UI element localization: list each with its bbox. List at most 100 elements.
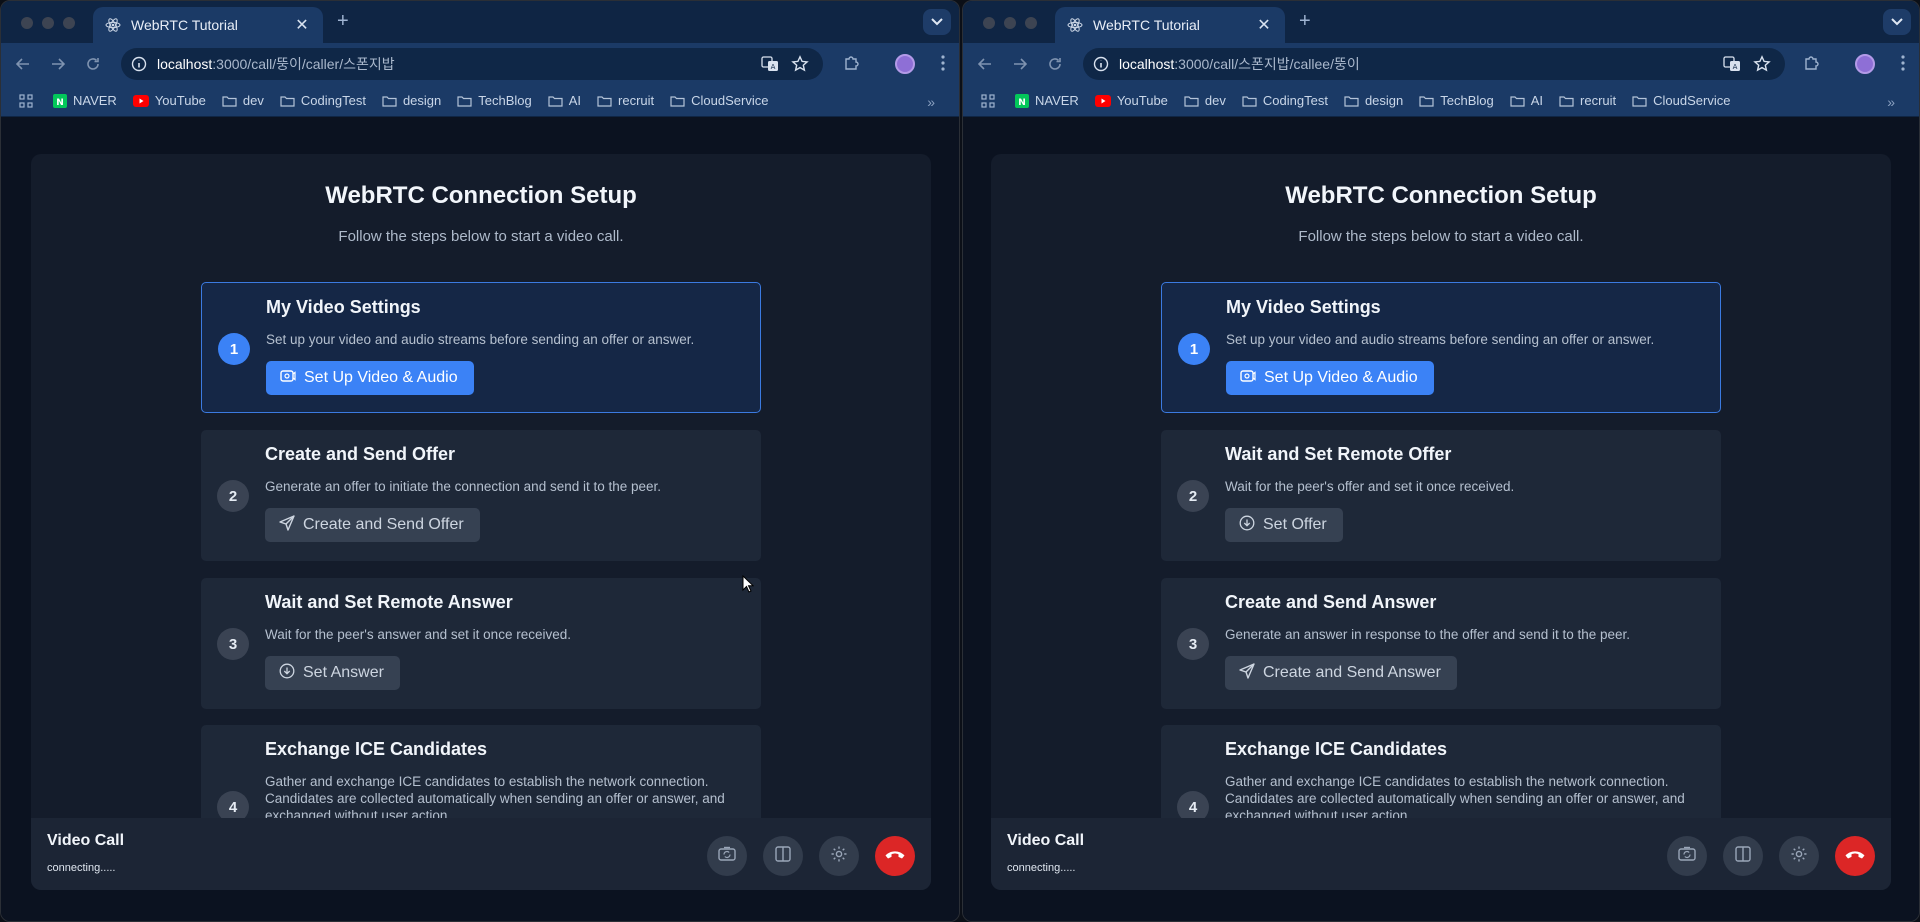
switch-camera-button[interactable] (1667, 836, 1707, 876)
step-title: Exchange ICE Candidates (1225, 739, 1448, 759)
bookmark-folder-techblog[interactable]: TechBlog (1419, 93, 1494, 108)
profile-avatar[interactable] (895, 54, 915, 74)
minimize-window-dot[interactable] (1004, 17, 1016, 29)
site-info-icon[interactable] (1093, 56, 1109, 72)
setup-video-audio-button[interactable]: Set Up Video & Audio (266, 361, 474, 395)
minimize-window-dot[interactable] (42, 17, 54, 29)
profile-avatar[interactable] (1855, 54, 1875, 74)
create-send-offer-button[interactable]: Create and Send Offer (265, 508, 480, 542)
bookmark-folder-recruit[interactable]: recruit (1559, 93, 1616, 108)
switch-camera-button[interactable] (707, 836, 747, 876)
settings-button[interactable] (1779, 836, 1819, 876)
bookmark-label: YouTube (154, 93, 206, 108)
bookmark-folder-design[interactable]: design (382, 93, 441, 108)
extensions-puzzle-icon[interactable] (1803, 54, 1821, 77)
bookmark-folder-dev[interactable]: dev (222, 93, 264, 108)
address-bar[interactable]: localhost:3000/call/스폰지밥/callee/뚱이 A (1083, 48, 1785, 80)
layout-toggle-button[interactable] (1723, 836, 1763, 876)
end-call-button[interactable] (1835, 836, 1875, 876)
apps-grid-icon[interactable] (981, 93, 995, 108)
apps-grid-icon[interactable] (19, 93, 33, 108)
close-window-dot[interactable] (21, 17, 33, 29)
extensions-puzzle-icon[interactable] (843, 54, 861, 77)
kebab-menu-icon[interactable] (1901, 55, 1905, 76)
bookmark-folder-dev[interactable]: dev (1184, 93, 1226, 108)
new-tab-icon[interactable]: + (337, 11, 349, 31)
translate-icon[interactable]: A (761, 56, 779, 75)
bookmark-youtube[interactable]: YouTube (1094, 93, 1168, 108)
forward-arrow-icon[interactable] (1010, 54, 1030, 74)
maximize-window-dot[interactable] (1025, 17, 1037, 29)
bookmarks-overflow-icon[interactable]: » (1887, 94, 1895, 110)
browser-window-callee: WebRTC Tutorial ✕ + localhost:3000/call/… (962, 0, 1920, 922)
bookmark-naver[interactable]: N NAVER (1015, 93, 1079, 108)
naver-icon: N (1015, 93, 1029, 108)
connection-setup-panel: WebRTC Connection Setup Follow the steps… (991, 154, 1891, 890)
bookmark-folder-design[interactable]: design (1344, 93, 1403, 108)
site-info-icon[interactable] (131, 56, 147, 72)
bookmarks-overflow-icon[interactable]: » (927, 94, 935, 110)
end-call-button[interactable] (875, 836, 915, 876)
step-card-ice-candidates: 4 Exchange ICE Candidates Gather and exc… (1161, 725, 1721, 819)
folder-icon (1632, 95, 1647, 107)
download-circle-icon (1239, 515, 1255, 536)
bookmark-label: NAVER (73, 93, 117, 108)
back-arrow-icon[interactable] (13, 54, 33, 74)
browser-toolbar: localhost:3000/call/스폰지밥/callee/뚱이 A (963, 43, 1919, 85)
layout-toggle-button[interactable] (763, 836, 803, 876)
set-answer-button[interactable]: Set Answer (265, 656, 400, 690)
bookmark-star-icon[interactable] (791, 55, 809, 76)
page-title: WebRTC Connection Setup (1285, 182, 1597, 209)
close-tab-icon[interactable]: ✕ (293, 16, 311, 34)
bookmark-folder-recruit[interactable]: recruit (597, 93, 654, 108)
tab-search-chevron-icon[interactable] (1883, 9, 1911, 35)
steps-scroll-area[interactable]: WebRTC Connection Setup Follow the steps… (991, 154, 1891, 819)
bookmark-folder-ai[interactable]: AI (548, 93, 581, 108)
bookmark-folder-cloudservice[interactable]: CloudService (1632, 93, 1730, 108)
window-controls[interactable] (983, 17, 1037, 29)
bookmark-folder-ai[interactable]: AI (1510, 93, 1543, 108)
set-offer-button[interactable]: Set Offer (1225, 508, 1343, 542)
bookmark-folder-cloudservice[interactable]: CloudService (670, 93, 768, 108)
youtube-icon (1094, 94, 1111, 107)
browser-tab[interactable]: WebRTC Tutorial ✕ (1055, 7, 1285, 43)
step-number: 1 (1178, 333, 1210, 365)
kebab-menu-icon[interactable] (941, 55, 945, 76)
setup-video-audio-button[interactable]: Set Up Video & Audio (1226, 361, 1434, 395)
step-number: 4 (1177, 791, 1209, 819)
url-host: localhost (1119, 56, 1175, 72)
step-card-video-settings: 1 My Video Settings Set up your video an… (201, 282, 761, 413)
tab-strip: WebRTC Tutorial ✕ + (963, 1, 1919, 43)
translate-icon[interactable]: A (1723, 56, 1741, 75)
url-path: :3000/call/뚱이/caller/스폰지밥 (212, 56, 395, 72)
close-window-dot[interactable] (983, 17, 995, 29)
reload-icon[interactable] (1045, 54, 1065, 74)
bookmark-star-icon[interactable] (1753, 55, 1771, 76)
tab-search-chevron-icon[interactable] (923, 9, 951, 35)
close-tab-icon[interactable]: ✕ (1255, 16, 1273, 34)
bookmark-folder-codingtest[interactable]: CodingTest (280, 93, 366, 108)
forward-arrow-icon[interactable] (48, 54, 68, 74)
bookmark-label: AI (1530, 93, 1544, 108)
bookmark-folder-codingtest[interactable]: CodingTest (1242, 93, 1328, 108)
bookmark-youtube[interactable]: YouTube (132, 93, 206, 108)
bookmark-naver[interactable]: N NAVER (53, 93, 117, 108)
step-card-ice-candidates: 4 Exchange ICE Candidates Gather and exc… (201, 725, 761, 819)
browser-tab[interactable]: WebRTC Tutorial ✕ (93, 7, 323, 43)
button-label: Create and Send Offer (303, 516, 464, 533)
back-arrow-icon[interactable] (975, 54, 995, 74)
bookmark-folder-techblog[interactable]: TechBlog (457, 93, 532, 108)
address-bar[interactable]: localhost:3000/call/뚱이/caller/스폰지밥 A (121, 48, 823, 80)
connection-setup-panel: WebRTC Connection Setup Follow the steps… (31, 154, 931, 890)
settings-button[interactable] (819, 836, 859, 876)
steps-scroll-area[interactable]: WebRTC Connection Setup Follow the steps… (31, 154, 931, 819)
new-tab-icon[interactable]: + (1299, 11, 1311, 31)
create-send-answer-button[interactable]: Create and Send Answer (1225, 656, 1457, 690)
split-layout-icon (774, 845, 792, 868)
switch-camera-icon (718, 846, 736, 867)
step-description: Generate an offer to initiate the connec… (265, 479, 662, 494)
maximize-window-dot[interactable] (63, 17, 75, 29)
reload-icon[interactable] (83, 54, 103, 74)
step-description: Gather and exchange ICE candidates to es… (1225, 774, 1685, 819)
window-controls[interactable] (21, 17, 75, 29)
